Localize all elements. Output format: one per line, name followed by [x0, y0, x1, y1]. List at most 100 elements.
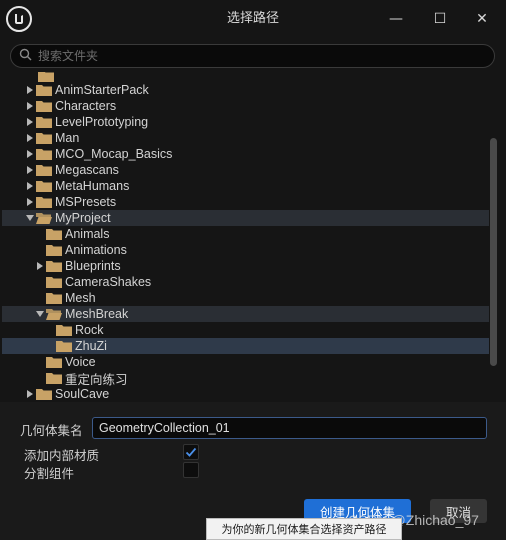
minimize-icon: —	[389, 11, 403, 27]
folder-icon	[56, 340, 72, 352]
folder-icon	[46, 372, 62, 384]
tree-row-label: MyProject	[55, 211, 111, 225]
folder-icon	[36, 100, 52, 112]
checkmark-icon	[185, 447, 197, 457]
tree-row-label: ZhuZi	[75, 339, 107, 353]
expand-arrow-right-icon[interactable]	[24, 146, 36, 162]
tree-row[interactable]: MetaHumans	[2, 178, 489, 194]
tree-row-label: Mesh	[65, 291, 96, 305]
folder-icon	[46, 228, 62, 240]
expand-arrow-right-icon[interactable]	[24, 194, 36, 210]
tree-row[interactable]: Characters	[2, 98, 489, 114]
expand-arrow-down-icon[interactable]	[34, 306, 46, 322]
expand-arrow-right-icon[interactable]	[24, 178, 36, 194]
expand-arrow-right-icon[interactable]	[34, 258, 46, 274]
tree-row-label: Man	[55, 131, 80, 145]
folder-icon	[46, 244, 62, 256]
tree-row-label: Rock	[75, 323, 104, 337]
tree-row-label: Voice	[65, 355, 96, 369]
tree-row-label: 重定向练习	[65, 372, 128, 387]
folder-open-icon	[46, 308, 62, 320]
folder-icon	[36, 132, 52, 144]
tree-row-label: MSPresets	[55, 195, 117, 209]
folder-icon	[46, 260, 62, 272]
search-box[interactable]	[10, 44, 495, 68]
add-internal-material-label: 添加内部材质	[24, 448, 100, 463]
tree-row[interactable]: AnimStarterPack	[2, 82, 489, 98]
search-input[interactable]	[38, 49, 478, 63]
folder-tree[interactable]: AnimStarterPack Characters LevelPrototypin…	[2, 72, 489, 402]
tree-row-label: SoulCave	[55, 387, 110, 401]
minimize-button[interactable]: —	[376, 0, 416, 38]
tree-row[interactable]: LevelPrototyping	[2, 114, 489, 130]
close-button[interactable]: ✕	[462, 0, 502, 38]
tree-row-label: Animals	[65, 227, 110, 241]
geometry-collection-name-input[interactable]	[92, 417, 487, 439]
folder-icon	[38, 72, 54, 82]
tree-row-label: MCO_Mocap_Basics	[55, 147, 173, 161]
folder-open-icon	[36, 212, 52, 224]
tree-row[interactable]: Megascans	[2, 162, 489, 178]
title-bar: 选择路径 — ☐ ✕	[0, 0, 506, 38]
tree-row[interactable]: SoulCave	[2, 386, 489, 402]
tree-row-label: LevelPrototyping	[55, 115, 149, 129]
close-icon: ✕	[476, 11, 488, 27]
folder-icon	[36, 164, 52, 176]
tree-row[interactable]: MCO_Mocap_Basics	[2, 146, 489, 162]
split-components-label: 分割组件	[24, 466, 75, 481]
tree-row-label: Blueprints	[65, 259, 121, 273]
tree-row-label: Characters	[55, 99, 117, 113]
tree-row[interactable]: Animations	[2, 242, 489, 258]
maximize-icon: ☐	[433, 11, 447, 27]
expand-arrow-right-icon[interactable]	[24, 386, 36, 402]
tree-row[interactable]: Animals	[2, 226, 489, 242]
tree-row-label: MetaHumans	[55, 179, 130, 193]
tree-row[interactable]: Blueprints	[2, 258, 489, 274]
tree-row[interactable]: 重定向练习	[2, 370, 489, 387]
search-icon	[19, 48, 32, 64]
maximize-button[interactable]: ☐	[420, 0, 460, 38]
tree-row-label: CameraShakes	[65, 275, 152, 289]
expand-arrow-right-icon[interactable]	[24, 130, 36, 146]
folder-icon	[56, 324, 72, 336]
folder-icon	[46, 356, 62, 368]
tree-row-label: Megascans	[55, 163, 119, 177]
tree-row[interactable]: Man	[2, 130, 489, 146]
tree-row[interactable]: ZhuZi	[2, 338, 489, 354]
tree-row[interactable]: MeshBreak	[2, 306, 489, 322]
folder-icon	[36, 388, 52, 400]
folder-icon	[36, 196, 52, 208]
folder-icon	[36, 116, 52, 128]
tree-row-label: MeshBreak	[65, 307, 129, 321]
tree-scrollbar[interactable]	[490, 138, 497, 366]
expand-arrow-right-icon[interactable]	[24, 98, 36, 114]
folder-icon	[36, 84, 52, 96]
folder-icon	[36, 180, 52, 192]
expand-arrow-down-icon[interactable]	[24, 210, 36, 226]
tree-row-label: Animations	[65, 243, 127, 257]
folder-icon	[36, 148, 52, 160]
tree-row[interactable]: Rock	[2, 322, 489, 338]
tree-row[interactable]: MSPresets	[2, 194, 489, 210]
add-internal-material-checkbox[interactable]	[183, 444, 199, 460]
split-components-checkbox[interactable]	[183, 462, 199, 478]
tooltip: 为你的新几何体集合选择资产路径	[206, 518, 402, 540]
tree-row[interactable]: CameraShakes	[2, 274, 489, 290]
name-label: 几何体集名	[20, 423, 83, 438]
tree-row[interactable]: MyProject	[2, 210, 489, 226]
tree-row[interactable]: Mesh	[2, 290, 489, 306]
folder-icon	[46, 276, 62, 288]
folder-icon	[46, 292, 62, 304]
expand-arrow-right-icon[interactable]	[24, 114, 36, 130]
tree-row-label: AnimStarterPack	[55, 83, 149, 97]
expand-arrow-right-icon[interactable]	[24, 162, 36, 178]
expand-arrow-right-icon[interactable]	[24, 82, 36, 98]
